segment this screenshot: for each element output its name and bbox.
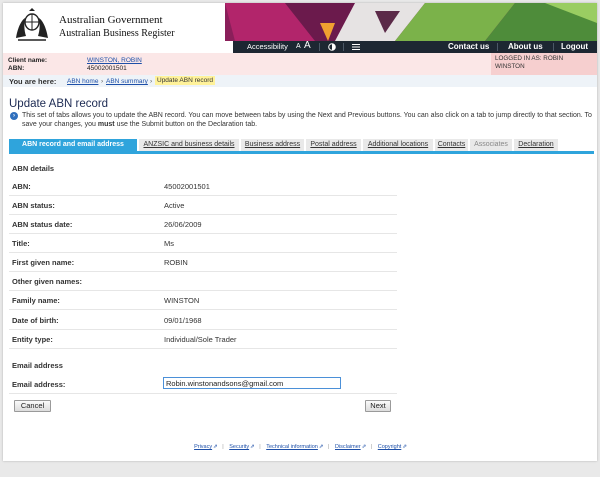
next-button[interactable]: Next [365, 400, 391, 412]
breadcrumb-abn-summary[interactable]: ABN summary [106, 78, 148, 85]
client-name-link[interactable]: WINSTON, ROBIN [87, 57, 142, 64]
external-link-icon: ⇗ [402, 444, 407, 450]
breadcrumb-separator: › [101, 78, 104, 85]
about-us-link[interactable]: About us [508, 41, 543, 53]
tab-anzsic[interactable]: ANZSIC and business details [139, 139, 239, 151]
form-row-abn: ABN: 45002001501 [9, 177, 397, 196]
intro-must: must [97, 121, 115, 128]
intro-text-b: use the Submit button on the Declaration… [114, 121, 258, 128]
tab-postal-address[interactable]: Postal address [306, 139, 361, 151]
abn-status-label: ABN status: [12, 201, 55, 210]
intro-text: This set of tabs allows you to update th… [22, 111, 594, 129]
contact-us-link[interactable]: Contact us [448, 41, 489, 53]
logout-link[interactable]: Logout [561, 41, 588, 53]
browser-frame: Australian Government Australian Busines… [0, 0, 600, 477]
footer-technical-link[interactable]: Technical information [266, 444, 318, 450]
title-value: Ms [164, 239, 174, 248]
footer-divider: | [370, 444, 373, 450]
site-footer: Privacy⇗ | Security⇗ | Technical informa… [3, 444, 597, 454]
accessibility-link[interactable]: Accessibility [247, 41, 288, 53]
decorative-banner [225, 3, 597, 41]
external-link-icon: ⇗ [318, 444, 324, 450]
abn-status-value: Active [164, 201, 185, 210]
breadcrumb: You are here: ABN home › ABN summary › U… [3, 75, 597, 87]
register-name: Australian Business Register [59, 28, 175, 39]
footer-divider: | [222, 444, 224, 450]
form-row-title: Title: Ms [9, 234, 397, 253]
page: Australian Government Australian Busines… [3, 3, 597, 461]
nav-divider [553, 43, 554, 51]
arrow-right-icon: › [10, 112, 18, 120]
abn-status-date-label: ABN status date: [12, 220, 73, 229]
first-name-value: ROBIN [164, 258, 188, 267]
footer-copyright-link[interactable]: Copyright [378, 444, 402, 450]
footer-privacy-link[interactable]: Privacy [194, 444, 212, 450]
form-row-abn-status: ABN status: Active [9, 196, 397, 215]
title-label: Title: [12, 239, 30, 248]
form-row-other-names: Other given names: [9, 272, 397, 291]
tab-contacts[interactable]: Contacts [435, 139, 468, 151]
breadcrumb-abn-home[interactable]: ABN home [67, 78, 98, 85]
tab-declaration[interactable]: Declaration [514, 139, 558, 151]
text-size-large-button[interactable]: A [304, 40, 311, 52]
abn-status-date-value: 26/06/2009 [164, 220, 202, 229]
cancel-button[interactable]: Cancel [14, 400, 51, 412]
form-row-dob: Date of birth: 09/01/1968 [9, 311, 397, 330]
tab-additional-locations[interactable]: Additional locations [363, 139, 433, 151]
coat-of-arms-logo [16, 8, 48, 41]
footer-security-link[interactable]: Security [229, 444, 249, 450]
family-name-label: Family name: [12, 296, 60, 305]
abn-value: 45002001501 [164, 182, 210, 191]
first-name-label: First given name: [12, 258, 75, 267]
family-name-value: WINSTON [164, 296, 200, 305]
breadcrumb-separator: › [150, 78, 153, 85]
section-tabs: ABN record and email address ANZSIC and … [9, 139, 594, 154]
email-label: Email address: [12, 380, 66, 389]
breadcrumb-prefix: You are here: [9, 77, 57, 86]
client-info-bar: Client name: WINSTON, ROBIN ABN: 4500200… [3, 53, 597, 75]
email-field[interactable] [163, 377, 341, 389]
form-row-entity-type: Entity type: Individual/Sole Trader [9, 330, 397, 349]
toolbar-divider [319, 43, 320, 51]
form-row-first-name: First given name: ROBIN [9, 253, 397, 272]
tab-business-address[interactable]: Business address [241, 139, 304, 151]
external-link-icon: ⇗ [361, 444, 367, 450]
footer-disclaimer-link[interactable]: Disclaimer [335, 444, 361, 450]
external-link-icon: ⇗ [250, 444, 255, 450]
dob-value: 09/01/1968 [164, 316, 202, 325]
client-name-label: Client name: [8, 57, 48, 64]
text-size-small-button[interactable]: A [296, 41, 301, 53]
breadcrumb-current: Update ABN record [155, 76, 216, 85]
footer-divider: | [328, 444, 330, 450]
gov-name: Australian Government [59, 14, 163, 26]
page-title: Update ABN record [9, 98, 109, 110]
dob-label: Date of birth: [12, 316, 59, 325]
other-names-label: Other given names: [12, 277, 83, 286]
form-row-abn-status-date: ABN status date: 26/06/2009 [9, 215, 397, 234]
tab-associates: Associates [470, 139, 512, 151]
external-link-icon: ⇗ [213, 444, 218, 450]
footer-divider: | [259, 444, 261, 450]
abn-details-heading: ABN details [12, 164, 55, 173]
client-abn-label: ABN: [8, 65, 25, 72]
header-toolbar: Accessibility A A Contact us About us Lo… [233, 40, 597, 53]
form-row-family-name: Family name: WINSTON [9, 291, 397, 310]
abn-label: ABN: [12, 182, 31, 191]
nav-divider [497, 43, 498, 51]
entity-type-value: Individual/Sole Trader [164, 335, 237, 344]
contrast-icon[interactable] [328, 41, 336, 53]
email-heading: Email address [12, 361, 63, 370]
logged-in-status: LOGGED IN AS: ROBIN WINSTON [491, 53, 597, 75]
client-abn-value: 45002001501 [87, 65, 127, 72]
form-row-email: Email address: [9, 375, 397, 394]
tab-abn-record[interactable]: ABN record and email address [9, 139, 137, 152]
site-header: Australian Government Australian Busines… [3, 3, 597, 53]
entity-type-label: Entity type: [12, 335, 53, 344]
toolbar-divider [343, 43, 344, 51]
menu-icon[interactable] [352, 41, 360, 53]
